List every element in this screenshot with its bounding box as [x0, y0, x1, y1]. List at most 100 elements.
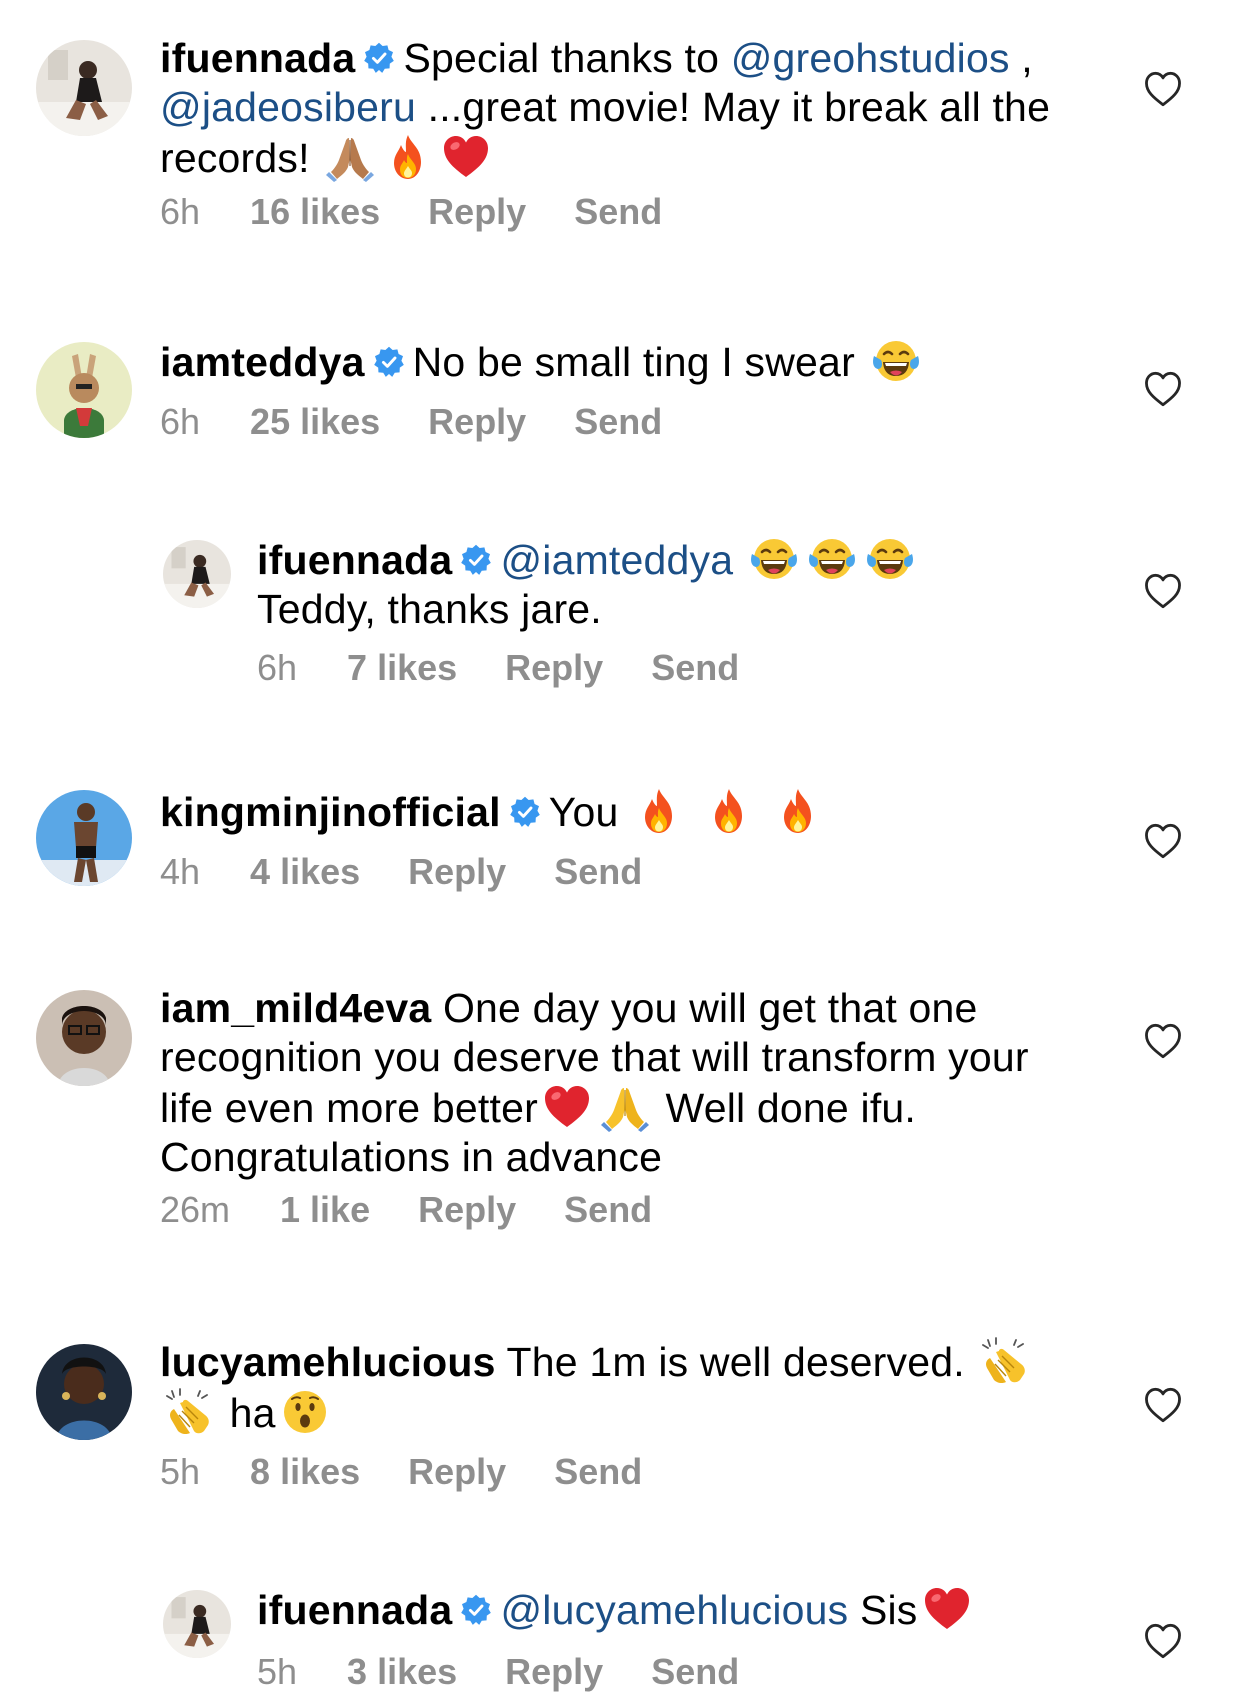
likes-count[interactable]: 4 likes	[250, 852, 360, 892]
tears-of-joy-emoji	[871, 336, 921, 386]
comment-meta: 26m 1 like Reply Send	[160, 1190, 700, 1230]
likes-count[interactable]: 8 likes	[250, 1452, 360, 1492]
likes-count[interactable]: 1 like	[280, 1190, 370, 1230]
clapping-hands-emoji	[164, 1387, 214, 1437]
comment-item: ifuennada Special thanks to @greohstudios…	[0, 0, 1242, 260]
username[interactable]: kingminjinofficial	[160, 789, 501, 835]
comment-body: ifuennada Special thanks to @greohstudios…	[160, 34, 1092, 232]
verified-badge-icon	[363, 42, 395, 74]
reply-item: ifuennada @iamteddya Teddy, thanks jare. …	[0, 510, 1242, 700]
send-button[interactable]: Send	[574, 192, 662, 232]
folded-hands-emoji	[325, 132, 375, 182]
verified-badge-icon	[509, 796, 541, 828]
comment-meta: 5h 3 likes Reply Send	[257, 1652, 787, 1692]
avatar[interactable]	[36, 1344, 132, 1440]
username[interactable]: ifuennada	[257, 1587, 452, 1633]
like-heart-icon[interactable]	[1143, 70, 1183, 108]
send-button[interactable]: Send	[554, 852, 642, 892]
comment-text: iamteddya No be small ting I swear	[160, 336, 1092, 387]
red-heart-emoji	[441, 132, 491, 182]
tears-of-joy-emoji	[807, 534, 857, 584]
avatar[interactable]	[163, 1590, 231, 1658]
clapping-hands-emoji	[980, 1336, 1030, 1386]
timestamp: 26m	[160, 1189, 231, 1230]
like-heart-icon[interactable]	[1143, 1622, 1183, 1660]
avatar[interactable]	[163, 540, 231, 608]
timestamp: 5h	[257, 1651, 298, 1692]
timestamp: 6h	[160, 401, 201, 442]
mention-link[interactable]: @iamteddya	[500, 537, 733, 583]
verified-badge-icon	[373, 346, 405, 378]
like-heart-icon[interactable]	[1143, 572, 1183, 610]
reply-button[interactable]: Reply	[505, 1652, 603, 1692]
like-heart-icon[interactable]	[1143, 1386, 1183, 1424]
comment-text-part: No be small ting I swear	[412, 339, 855, 385]
comment-text-part: ha	[229, 1390, 276, 1436]
comment-body: ifuennada @iamteddya Teddy, thanks jare. …	[257, 534, 1092, 688]
reply-button[interactable]: Reply	[428, 402, 526, 442]
comment-meta: 6h 16 likes Reply Send	[160, 192, 710, 232]
astonished-face-emoji	[280, 1387, 330, 1437]
reply-button[interactable]: Reply	[505, 648, 603, 688]
likes-count[interactable]: 7 likes	[347, 648, 457, 688]
red-heart-emoji	[542, 1082, 592, 1132]
send-button[interactable]: Send	[564, 1190, 652, 1230]
comment-text-part: Teddy, thanks jare.	[257, 586, 602, 632]
verified-badge-icon	[460, 544, 492, 576]
comment-text-part: The 1m is well deserved.	[506, 1339, 965, 1385]
comment-body: iam_mild4eva One day you will get that o…	[160, 984, 1092, 1230]
reply-button[interactable]: Reply	[428, 192, 526, 232]
username[interactable]: ifuennada	[257, 537, 452, 583]
avatar[interactable]	[36, 342, 132, 438]
timestamp: 5h	[160, 1451, 201, 1492]
username[interactable]: lucyamehlucious	[160, 1339, 496, 1385]
comment-body: iamteddya No be small ting I swear 6h 25 l…	[160, 336, 1092, 442]
send-button[interactable]: Send	[574, 402, 662, 442]
comment-body: ifuennada @lucyamehlucious Sis 5h 3 likes R…	[257, 1584, 1092, 1692]
avatar[interactable]	[36, 40, 132, 136]
red-heart-emoji	[922, 1584, 972, 1634]
avatar[interactable]	[36, 790, 132, 886]
fire-emoji	[704, 786, 754, 836]
comment-item: iamteddya No be small ting I swear 6h 25 l…	[0, 310, 1242, 442]
comment-text-part: You	[548, 789, 619, 835]
verified-badge-icon	[460, 1594, 492, 1626]
like-heart-icon[interactable]	[1143, 822, 1183, 860]
mention-link[interactable]: @lucyamehlucious	[500, 1587, 848, 1633]
comment-meta: 6h 25 likes Reply Send	[160, 402, 710, 442]
likes-count[interactable]: 3 likes	[347, 1652, 457, 1692]
comment-text-part: Sis	[859, 1587, 918, 1633]
comment-text: kingminjinofficial You	[160, 786, 1092, 837]
fire-emoji	[383, 132, 433, 182]
likes-count[interactable]: 25 likes	[250, 402, 380, 442]
comment-body: kingminjinofficial You 4h 4 likes Reply Send	[160, 786, 1092, 892]
avatar[interactable]	[36, 990, 132, 1086]
likes-count[interactable]: 16 likes	[250, 192, 380, 232]
send-button[interactable]: Send	[651, 1652, 739, 1692]
comment-text-part: ,	[1009, 35, 1033, 81]
send-button[interactable]: Send	[651, 648, 739, 688]
reply-button[interactable]: Reply	[408, 852, 506, 892]
fire-emoji	[773, 786, 823, 836]
mention-link[interactable]: @jadeosiberu	[160, 84, 416, 130]
comment-text: ifuennada Special thanks to @greohstudios…	[160, 34, 1092, 183]
mention-link[interactable]: @greohstudios	[731, 35, 1010, 81]
comment-item: iam_mild4eva One day you will get that o…	[0, 960, 1242, 1260]
comment-body: lucyamehlucious The 1m is well deserved.…	[160, 1336, 1092, 1492]
like-heart-icon[interactable]	[1143, 370, 1183, 408]
send-button[interactable]: Send	[554, 1452, 642, 1492]
timestamp: 4h	[160, 851, 201, 892]
reply-item: ifuennada @lucyamehlucious Sis 5h 3 likes R…	[0, 1560, 1242, 1699]
timestamp: 6h	[257, 647, 298, 688]
username[interactable]: iamteddya	[160, 339, 365, 385]
username[interactable]: ifuennada	[160, 35, 355, 81]
like-heart-icon[interactable]	[1143, 1022, 1183, 1060]
comment-text: lucyamehlucious The 1m is well deserved.…	[160, 1336, 1092, 1438]
username[interactable]: iam_mild4eva	[160, 985, 431, 1031]
reply-button[interactable]: Reply	[418, 1190, 516, 1230]
comment-item: kingminjinofficial You 4h 4 likes Reply Send	[0, 760, 1242, 900]
tears-of-joy-emoji	[749, 534, 799, 584]
comment-text-part: Special thanks to	[403, 35, 731, 81]
timestamp: 6h	[160, 191, 201, 232]
reply-button[interactable]: Reply	[408, 1452, 506, 1492]
